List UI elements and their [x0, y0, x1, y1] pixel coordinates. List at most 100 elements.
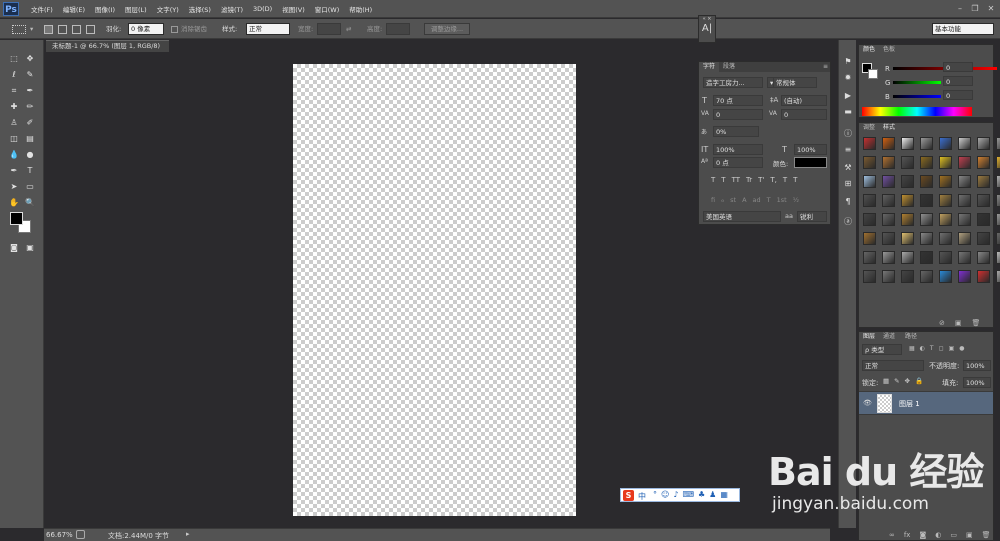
layer-mask-icon[interactable]: ◙ — [919, 531, 926, 539]
link-layers-icon[interactable]: ∞ — [889, 531, 895, 539]
filter-pixel-icon[interactable]: ▦ — [909, 345, 915, 352]
actions-icon[interactable]: ✹ — [842, 72, 854, 84]
intersect-selection-icon[interactable] — [86, 25, 95, 34]
style-swatch[interactable] — [882, 137, 895, 150]
add-selection-icon[interactable] — [58, 25, 67, 34]
style-swatch[interactable] — [958, 251, 971, 264]
width-input[interactable] — [317, 23, 341, 35]
menu-item[interactable]: 窗口(W) — [310, 4, 345, 14]
style-swatch[interactable] — [882, 270, 895, 283]
kerning-input[interactable]: 0 — [713, 109, 763, 120]
move-tool-icon[interactable]: ✥ — [23, 53, 37, 65]
foreground-color-chip[interactable] — [10, 212, 23, 225]
style-swatch[interactable] — [863, 251, 876, 264]
delete-style-icon[interactable]: 🗑 — [972, 319, 981, 327]
ime-tool-icons[interactable]: °☺♪⌨♣♟▦ — [653, 490, 732, 499]
baseline-shift-input[interactable]: 0 点 — [713, 157, 763, 168]
style-swatch[interactable] — [939, 213, 952, 226]
type-tool-icon[interactable]: T — [23, 165, 37, 177]
style-swatch[interactable] — [920, 270, 933, 283]
style-swatch[interactable] — [939, 251, 952, 264]
b-slider[interactable] — [893, 95, 941, 98]
tool-presets-icon[interactable]: ⚒ — [842, 162, 854, 174]
brush-presets-icon[interactable]: ≡ — [842, 144, 854, 156]
style-swatch[interactable] — [958, 194, 971, 207]
opentype-button[interactable]: st — [730, 196, 736, 204]
ime-mode[interactable]: 中 — [638, 491, 646, 502]
style-swatch[interactable] — [920, 194, 933, 207]
type-style-button[interactable]: T — [721, 176, 725, 184]
refine-edge-button[interactable]: 调整边缘... — [424, 23, 470, 35]
group-icon[interactable]: ▭ — [950, 531, 957, 539]
layer-filter-select[interactable]: ρ 类型 — [862, 344, 902, 355]
style-swatch[interactable] — [958, 232, 971, 245]
type-style-button[interactable]: T, — [770, 176, 777, 184]
menu-item[interactable]: 文件(F) — [26, 4, 58, 14]
style-swatch[interactable] — [901, 232, 914, 245]
menu-item[interactable]: 选择(S) — [184, 4, 216, 14]
style-swatch[interactable] — [882, 175, 895, 188]
filter-toggle-icon[interactable]: ● — [959, 345, 964, 352]
style-swatch[interactable] — [901, 175, 914, 188]
ime-toolbar[interactable]: S 中 °☺♪⌨♣♟▦ — [620, 488, 740, 502]
quick-select-icon[interactable]: ✎ — [23, 69, 37, 81]
tab-color[interactable]: 颜色 — [859, 45, 880, 55]
type-style-button[interactable]: Tr — [746, 176, 752, 184]
b-input[interactable]: 0 — [943, 90, 973, 100]
style-swatch[interactable] — [958, 156, 971, 169]
opentype-button[interactable]: 1st — [777, 196, 787, 204]
feather-input[interactable]: 0 像素 — [128, 23, 164, 35]
style-swatch[interactable] — [977, 251, 990, 264]
opentype-button[interactable]: ad — [753, 196, 761, 204]
style-swatch[interactable] — [958, 175, 971, 188]
style-swatch[interactable] — [920, 251, 933, 264]
clone-stamp-icon[interactable]: ♙ — [7, 117, 21, 129]
opentype-button[interactable]: fi — [711, 196, 715, 204]
character-styles-icon[interactable]: ⓐ — [842, 216, 854, 228]
tab-adjustments[interactable]: 调整 — [859, 123, 879, 133]
antialias-method-select[interactable]: 锐利 — [797, 211, 827, 222]
style-swatch[interactable] — [901, 194, 914, 207]
panel-menu-icon[interactable]: ≡ — [819, 62, 832, 72]
menu-item[interactable]: 图层(L) — [120, 4, 152, 14]
menu-item[interactable]: 编辑(E) — [58, 4, 90, 14]
style-swatch[interactable] — [863, 270, 876, 283]
style-swatch[interactable] — [996, 175, 1000, 188]
filter-smart-icon[interactable]: ▣ — [949, 345, 955, 352]
marquee-tool-icon[interactable]: ⬚ — [7, 53, 21, 65]
blur-tool-icon[interactable]: 💧 — [7, 149, 21, 161]
opentype-button[interactable]: ½ — [793, 196, 799, 204]
r-input[interactable]: 0 — [943, 62, 973, 72]
character-panel-icon[interactable]: A| — [699, 22, 715, 36]
color-spectrum[interactable] — [862, 107, 972, 116]
style-swatch[interactable] — [939, 232, 952, 245]
style-swatch[interactable] — [863, 194, 876, 207]
style-swatch[interactable] — [977, 137, 990, 150]
clear-style-icon[interactable]: ⊘ — [939, 319, 945, 327]
restore-button[interactable]: ❐ — [968, 3, 982, 14]
vertical-scale-input[interactable]: 100% — [713, 144, 763, 155]
delete-layer-icon[interactable]: 🗑 — [982, 531, 991, 539]
style-select[interactable]: 正常 — [246, 23, 290, 35]
style-swatch[interactable] — [863, 137, 876, 150]
style-swatch[interactable] — [863, 175, 876, 188]
opacity-input[interactable]: 100% — [963, 360, 991, 371]
g-slider[interactable] — [893, 81, 941, 84]
style-swatch[interactable] — [977, 232, 990, 245]
font-size-input[interactable]: 70 点 — [713, 95, 763, 106]
g-input[interactable]: 0 — [943, 76, 973, 86]
tab-paths[interactable]: 路径 — [901, 332, 921, 342]
gradient-tool-icon[interactable]: ▤ — [23, 133, 37, 145]
status-icon[interactable] — [76, 530, 85, 539]
blend-mode-select[interactable]: 正常 — [862, 360, 924, 371]
type-style-button[interactable]: T' — [758, 176, 764, 184]
style-swatch[interactable] — [901, 156, 914, 169]
filter-type-icon[interactable]: T — [930, 345, 934, 352]
adjustment-layer-icon[interactable]: ◐ — [935, 531, 941, 539]
style-swatch[interactable] — [996, 137, 1000, 150]
style-swatch[interactable] — [882, 251, 895, 264]
eraser-tool-icon[interactable]: ◫ — [7, 133, 21, 145]
transparent-canvas[interactable] — [293, 64, 576, 516]
style-swatch[interactable] — [996, 251, 1000, 264]
type-style-button[interactable]: T — [783, 176, 787, 184]
